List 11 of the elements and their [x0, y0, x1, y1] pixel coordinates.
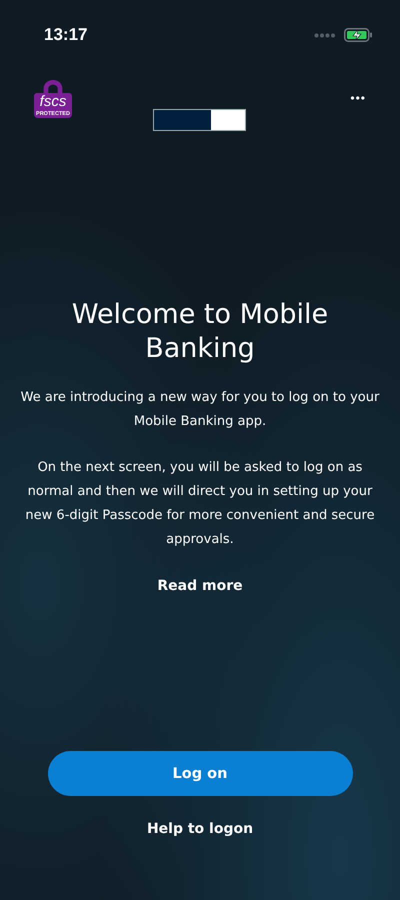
help-link[interactable]: Help to logon	[146, 821, 254, 837]
fscs-logo-text: fscs	[40, 93, 66, 110]
intro-paragraph: We are introducing a new way for you to log on to your Mobile Banking app.	[20, 389, 380, 431]
more-options-button[interactable]: •••	[350, 91, 366, 105]
intro-paragraph: On the next screen, you will be asked to log on as normal and then we will direct you in setting up your new 6-digit Passcode for more convenient and secure approvals.	[24, 459, 376, 549]
battery-charging-icon	[344, 28, 372, 42]
welcome-title: Welcome to Mobile Banking	[70, 298, 330, 366]
status-time: 13:17	[44, 25, 88, 45]
signal-icon	[314, 32, 336, 38]
log-on-button[interactable]: Log on	[48, 751, 352, 796]
read-more-link[interactable]: Read more	[157, 578, 243, 594]
